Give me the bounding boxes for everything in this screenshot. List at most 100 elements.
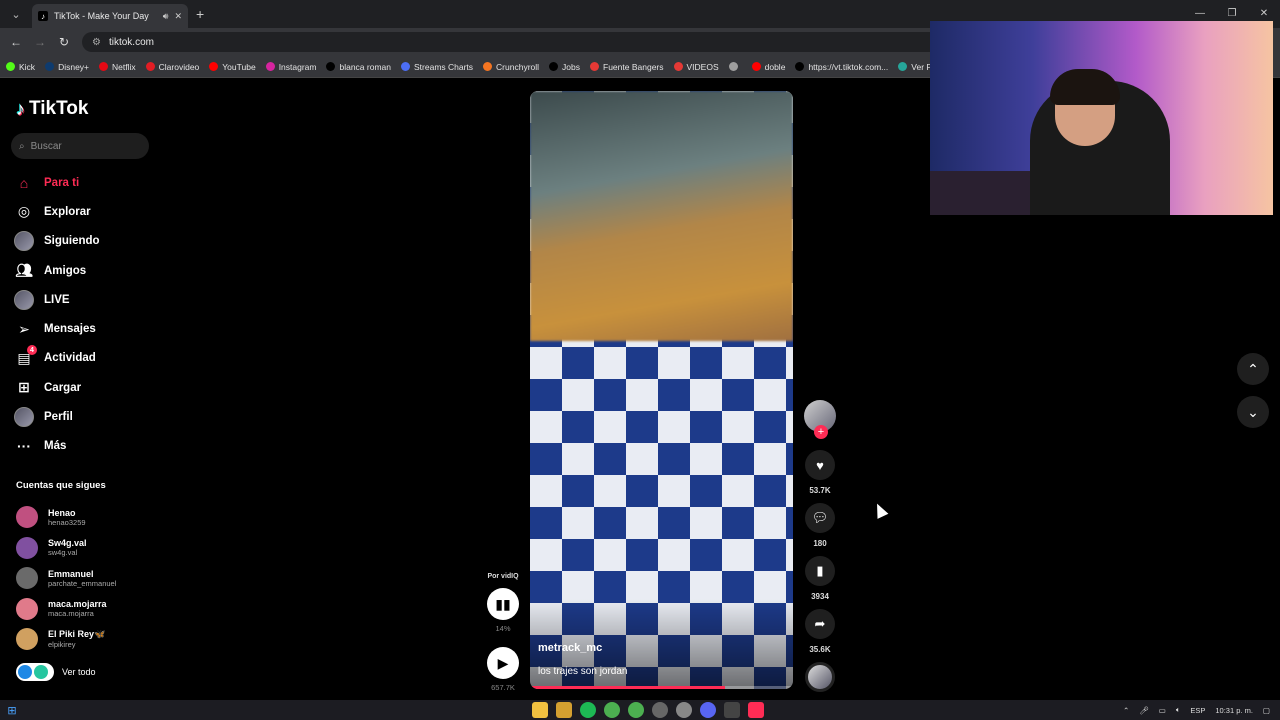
like-action[interactable]: ♥ 53.7K (805, 450, 835, 495)
sidebar-item-live[interactable]: LIVE (14, 285, 100, 314)
bookmark-favicon-icon (673, 62, 683, 71)
new-tab-button[interactable]: + (196, 6, 204, 22)
browser-tab[interactable]: ♪ TikTok - Make Your Day 🔊︎ ✕ (32, 4, 188, 28)
bookmark-item[interactable]: VIDEOS (673, 62, 719, 72)
share-icon[interactable]: ➦ (805, 609, 835, 639)
forward-arrow-icon[interactable]: → (28, 35, 52, 49)
tiktok-logo[interactable]: ♪ TikTok (16, 98, 88, 120)
tab-search-icon[interactable]: ⌄ (4, 4, 28, 24)
bookmark-icon[interactable]: ▮ (805, 556, 835, 586)
sidebar-item-cargar[interactable]: ⊞ Cargar (14, 373, 100, 402)
share-action[interactable]: ➦ 35.6K (805, 609, 835, 654)
music-disc-icon[interactable] (805, 662, 835, 692)
bookmark-item[interactable]: Netflix (99, 62, 136, 72)
bookmark-item[interactable]: Clarovideo (145, 61, 200, 72)
bookmark-label: Clarovideo (158, 61, 200, 72)
logo-text: TikTok (29, 98, 89, 119)
chrome-profile-icon[interactable] (628, 702, 644, 718)
chrome-icon[interactable] (604, 702, 620, 718)
see-all-link[interactable]: Ver todo (62, 667, 96, 677)
microphone-icon[interactable]: 🎤︎ (1139, 706, 1149, 715)
comment-action[interactable]: 💬︎ 180 (805, 503, 835, 548)
bookmark-item[interactable]: Disney+ (45, 62, 89, 72)
discord-icon[interactable] (700, 702, 716, 718)
heart-icon[interactable]: ♥ (805, 450, 835, 480)
sidebar-item-label: Explorar (44, 205, 91, 218)
spotify-icon[interactable] (580, 702, 596, 718)
video-frame-top (530, 91, 793, 341)
bookmark-item[interactable]: YouTube (209, 61, 256, 72)
bookmark-label: Disney+ (58, 61, 90, 72)
bookmark-item[interactable]: Jobs (549, 62, 580, 72)
site-info-icon[interactable]: ⚙︎ (92, 37, 101, 48)
bookmark-item[interactable]: Streams Charts (401, 62, 473, 72)
speaker-icon[interactable]: 🔊︎ (163, 11, 169, 22)
play-button[interactable]: ▶ (487, 647, 519, 679)
bookmark-label: YouTube (222, 61, 256, 72)
save-action[interactable]: ▮ 3934 (805, 556, 835, 601)
sidebar-item-actividad[interactable]: ▤ 4 Actividad (14, 344, 100, 373)
search-box[interactable]: ⌕ (11, 133, 149, 159)
bookmark-item[interactable]: Crunchyroll (483, 62, 539, 72)
previous-video-button[interactable]: ⌃ (1237, 353, 1269, 385)
sidebar-item-amigos[interactable]: 👥︎ Amigos (14, 256, 100, 285)
bookmark-item[interactable]: Fuente Bangers (590, 62, 664, 72)
sidebar-item-ms[interactable]: ··· Más (14, 432, 100, 461)
sidebar-item-parati[interactable]: ⌂ Para ti (14, 168, 100, 197)
bookmark-item[interactable]: https://vt.tiktok.com... (795, 62, 888, 72)
creator-avatar[interactable]: + (804, 400, 836, 439)
comment-icon[interactable]: 💬︎ (805, 503, 835, 533)
account-name: Emmanuel (48, 568, 94, 579)
tray-chevron-icon[interactable]: ⌃ (1123, 706, 1129, 715)
view-count: 657.7K (491, 683, 515, 692)
sidebar-item-explorar[interactable]: ◎ Explorar (14, 197, 100, 226)
capcut-icon[interactable] (724, 702, 740, 718)
url-field[interactable]: ⚙︎ tiktok.com (82, 32, 982, 52)
share-count: 35.6K (809, 645, 831, 654)
bookmark-item[interactable]: Instagram (265, 62, 316, 72)
close-tab-icon[interactable]: ✕ (174, 11, 182, 22)
video-progress-bar[interactable] (530, 686, 793, 689)
sidebar-item-perfil[interactable]: Perfil (14, 402, 100, 431)
bookmark-item[interactable]: doble (751, 62, 785, 72)
vidiq-stats-button[interactable]: ▮▮ (487, 588, 519, 620)
followed-account[interactable]: El Piki Rey🦋 elpikirey (16, 624, 116, 655)
bookmark-favicon-icon (145, 62, 155, 71)
bookmark-item[interactable] (728, 62, 742, 71)
following-list: Henao henao3259 Sw4g.val sw4g.val Emmanuel pa… (16, 502, 116, 655)
language-indicator[interactable]: ESP (1190, 706, 1205, 715)
video-player[interactable]: metrack_mc los trajes son jordan (530, 91, 793, 689)
account-username: elpikirey (48, 640, 76, 650)
followed-account[interactable]: Sw4g.val sw4g.val (16, 533, 116, 564)
next-video-button[interactable]: ⌄ (1237, 396, 1269, 428)
chevron-up-icon: ⌃ (1247, 360, 1259, 377)
account-name: maca.mojarra (48, 599, 107, 610)
video-author[interactable]: metrack_mc (538, 642, 602, 654)
sidebar-item-siguiendo[interactable]: Siguiendo (14, 227, 100, 256)
bookmark-item[interactable]: Kick (6, 62, 35, 72)
followed-account[interactable]: Emmanuel parchate_emmanuel (16, 563, 116, 594)
following-heading: Cuentas que sigues (16, 480, 106, 491)
followed-account[interactable]: maca.mojarra maca.mojarra (16, 594, 116, 625)
clock[interactable]: 10:31 p. m. (1215, 706, 1253, 715)
back-arrow-icon[interactable]: ← (4, 35, 28, 49)
network-icon[interactable]: ▭ (1159, 706, 1166, 715)
see-all-row[interactable]: Ver todo (16, 663, 96, 681)
file-explorer-icon[interactable] (532, 702, 548, 718)
windows-start-icon[interactable]: ⊞ (0, 704, 24, 717)
tiktok-app-icon[interactable] (748, 702, 764, 718)
reload-icon[interactable]: ↻ (52, 35, 76, 49)
steam-icon[interactable] (676, 702, 692, 718)
bookmark-item[interactable]: blanca roman (326, 62, 391, 72)
app-toggle-pill[interactable] (16, 663, 54, 681)
folder-icon[interactable] (556, 702, 572, 718)
sidebar-item-mensajes[interactable]: ➢ Mensajes (14, 314, 100, 343)
sidebar-item-label: LIVE (44, 293, 70, 306)
notifications-icon[interactable]: ▢ (1263, 706, 1270, 715)
search-input[interactable] (30, 140, 131, 152)
volume-icon[interactable]: 🔈︎ (1176, 705, 1181, 715)
chrome-active-icon[interactable] (652, 702, 668, 718)
bookmark-favicon-icon (265, 62, 275, 71)
follow-plus-icon[interactable]: + (814, 425, 828, 439)
followed-account[interactable]: Henao henao3259 (16, 502, 116, 533)
